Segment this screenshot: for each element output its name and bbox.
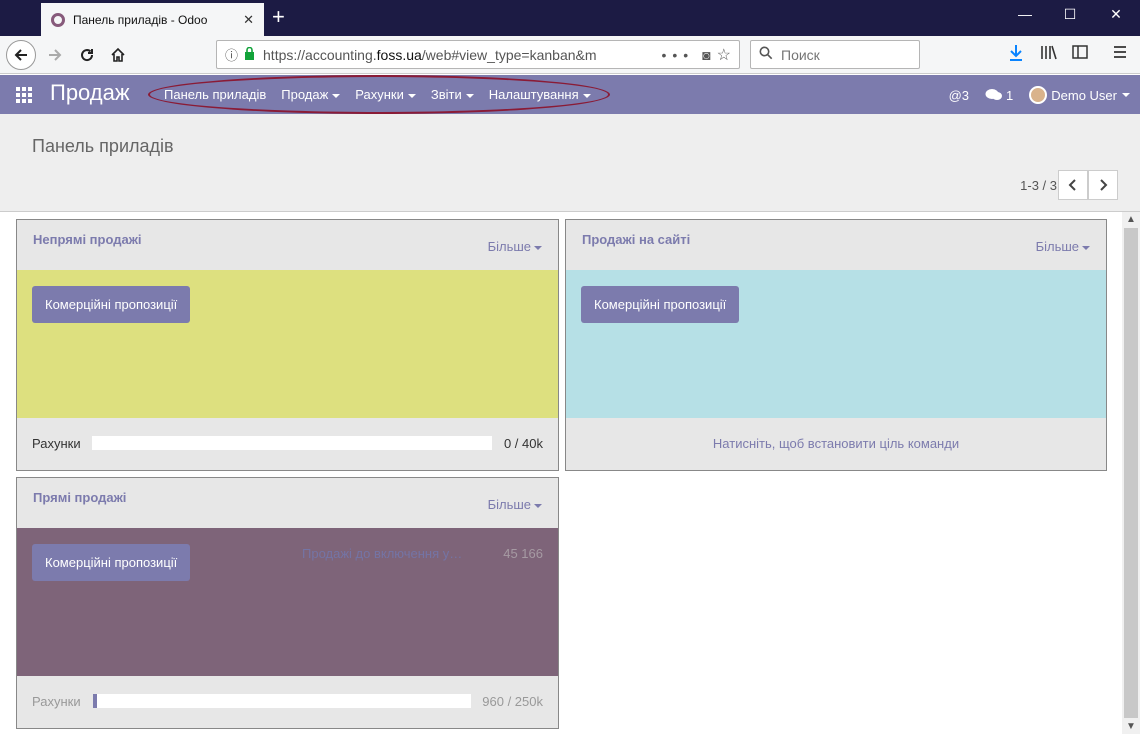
hamburger-menu-icon[interactable] bbox=[1112, 44, 1128, 65]
search-icon bbox=[759, 46, 773, 63]
team-card-direct-sales[interactable]: Прямі продажі Більше Комерційні пропозиц… bbox=[16, 477, 559, 729]
pager-buttons bbox=[1058, 170, 1118, 200]
invoice-progress-fill bbox=[93, 694, 97, 708]
main-menu: Панель приладів Продаж Рахунки Звіти Нал… bbox=[164, 87, 606, 102]
card-body: Комерційні пропозиції bbox=[17, 270, 558, 418]
pager-value[interactable]: 1-3 / 3 bbox=[1020, 178, 1057, 193]
team-card-indirect-sales[interactable]: Непрямі продажі Більше Комерційні пропоз… bbox=[16, 219, 559, 471]
browser-toolbar: ⓘ https://accounting.foss.ua/web#view_ty… bbox=[0, 36, 1140, 74]
downloads-icon[interactable] bbox=[1008, 44, 1024, 67]
close-window-button[interactable]: ✕ bbox=[1106, 6, 1126, 23]
chat-bubbles-icon bbox=[985, 89, 1003, 100]
invoices-target-value[interactable]: 960 / 250k bbox=[482, 694, 543, 709]
bookmark-star-icon[interactable]: ☆ bbox=[717, 45, 731, 65]
chevron-right-icon bbox=[1100, 179, 1108, 191]
url-bar[interactable]: ⓘ https://accounting.foss.ua/web#view_ty… bbox=[216, 40, 740, 69]
breadcrumb: Панель приладів bbox=[32, 136, 174, 156]
more-dropdown[interactable]: Більше bbox=[488, 497, 542, 512]
lock-icon bbox=[244, 46, 255, 63]
chevron-left-icon bbox=[1068, 179, 1076, 191]
tab-title: Панель приладів - Odoo bbox=[73, 12, 208, 27]
card-body: Комерційні пропозиції Продажі до включен… bbox=[17, 528, 558, 676]
set-team-target-link[interactable]: Натисніть, щоб встановити ціль команди bbox=[566, 436, 1106, 451]
caret-down-icon bbox=[534, 245, 542, 250]
menu-item-invoices[interactable]: Рахунки bbox=[355, 87, 416, 102]
card-title[interactable]: Продажі на сайті bbox=[582, 232, 690, 247]
navbar-right: @3 1 Demo User bbox=[933, 86, 1130, 104]
new-tab-button[interactable]: + bbox=[272, 5, 285, 29]
caret-down-icon bbox=[332, 93, 341, 98]
url-text[interactable]: https://accounting.foss.ua/web#view_type… bbox=[263, 47, 653, 63]
caret-down-icon bbox=[582, 93, 591, 98]
quotations-button[interactable]: Комерційні пропозиції bbox=[32, 286, 191, 323]
user-menu[interactable]: Demo User bbox=[1029, 86, 1130, 104]
sidebar-toggle-icon[interactable] bbox=[1072, 44, 1088, 65]
scroll-up-arrow-icon[interactable]: ▲ bbox=[1122, 214, 1140, 225]
vertical-scrollbar[interactable]: ▲ ▼ bbox=[1122, 212, 1140, 734]
scroll-down-arrow-icon[interactable]: ▼ bbox=[1122, 721, 1140, 732]
messages-button[interactable]: 1 bbox=[985, 88, 1013, 103]
card-footer: Рахунки 960 / 250k bbox=[17, 676, 558, 728]
home-icon[interactable] bbox=[103, 40, 133, 70]
more-dropdown[interactable]: Більше bbox=[1036, 239, 1090, 254]
minimize-button[interactable]: — bbox=[1015, 6, 1035, 22]
graph-value: 45 166 bbox=[503, 546, 543, 561]
mentions-button[interactable]: @3 bbox=[949, 88, 969, 103]
card-footer: Рахунки 0 / 40k bbox=[17, 418, 558, 470]
invoices-label: Рахунки bbox=[32, 694, 81, 709]
forward-arrow-icon[interactable] bbox=[40, 40, 70, 70]
caret-down-icon bbox=[1122, 93, 1130, 97]
team-card-website-sales[interactable]: Продажі на сайті Більше Комерційні пропо… bbox=[565, 219, 1107, 471]
quotations-button[interactable]: Комерційні пропозиції bbox=[581, 286, 740, 323]
caret-down-icon bbox=[534, 503, 542, 508]
browser-tab-strip: Панель приладів - Odoo ✕ + — ☐ ✕ bbox=[0, 0, 1140, 36]
invoices-label: Рахунки bbox=[32, 436, 81, 451]
graph-label[interactable]: Продажі до включення у… bbox=[302, 546, 462, 561]
site-info-icon[interactable]: ⓘ bbox=[225, 45, 238, 64]
back-arrow-icon[interactable] bbox=[6, 40, 36, 70]
control-panel: Панель приладів 1-3 / 3 bbox=[0, 114, 1140, 212]
avatar bbox=[1029, 86, 1048, 104]
odoo-favicon-icon bbox=[51, 12, 65, 27]
caret-down-icon bbox=[407, 93, 416, 98]
invoices-target-value[interactable]: 0 / 40k bbox=[504, 436, 543, 451]
apps-grid-icon[interactable] bbox=[16, 87, 34, 103]
menu-item-settings[interactable]: Налаштування bbox=[489, 87, 591, 102]
pocket-icon[interactable]: ◙ bbox=[702, 47, 710, 63]
scrollbar-thumb[interactable] bbox=[1124, 228, 1138, 718]
card-body: Комерційні пропозиції bbox=[566, 270, 1106, 418]
reload-icon[interactable] bbox=[72, 40, 102, 70]
tab-close-icon[interactable]: ✕ bbox=[243, 12, 254, 28]
kanban-view: Непрямі продажі Більше Комерційні пропоз… bbox=[0, 212, 1122, 734]
pager-next-button[interactable] bbox=[1088, 170, 1118, 200]
invoice-progress-bar bbox=[93, 694, 471, 708]
quotations-button[interactable]: Комерційні пропозиції bbox=[32, 544, 191, 581]
browser-search-box[interactable] bbox=[750, 40, 920, 69]
card-title[interactable]: Прямі продажі bbox=[33, 490, 126, 505]
maximize-button[interactable]: ☐ bbox=[1060, 6, 1080, 23]
odoo-navbar: Продаж Панель приладів Продаж Рахунки Зв… bbox=[0, 75, 1140, 114]
more-dropdown[interactable]: Більше bbox=[488, 239, 542, 254]
app-brand: Продаж bbox=[50, 80, 130, 105]
caret-down-icon bbox=[465, 93, 474, 98]
library-icon[interactable] bbox=[1040, 44, 1058, 65]
caret-down-icon bbox=[1082, 245, 1090, 250]
menu-item-dashboard[interactable]: Панель приладів bbox=[164, 87, 266, 102]
card-footer: Натисніть, щоб встановити ціль команди bbox=[566, 418, 1106, 470]
menu-item-sales[interactable]: Продаж bbox=[281, 87, 341, 102]
page-actions-icon[interactable]: ••• bbox=[653, 47, 702, 63]
menu-item-reports[interactable]: Звіти bbox=[431, 87, 474, 102]
pager-previous-button[interactable] bbox=[1058, 170, 1088, 200]
card-title[interactable]: Непрямі продажі bbox=[33, 232, 142, 247]
browser-tab[interactable]: Панель приладів - Odoo ✕ bbox=[41, 3, 264, 36]
invoice-progress-bar bbox=[92, 436, 492, 450]
search-input[interactable] bbox=[781, 46, 901, 63]
